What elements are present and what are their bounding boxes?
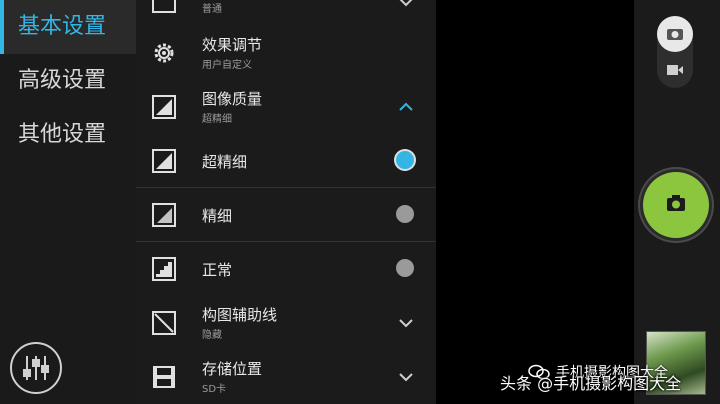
nav-item-advanced-settings[interactable]: 高级设置	[0, 54, 136, 108]
grid-lines-title: 构图辅助线	[202, 306, 278, 324]
quality-option-superfine[interactable]: 超精细	[136, 134, 436, 188]
gear-icon	[154, 43, 174, 63]
quality-option-fine[interactable]: 精细	[136, 188, 436, 242]
effects-value: 用户自定义	[202, 60, 252, 71]
photo-video-mode-switch[interactable]	[657, 16, 693, 88]
save-icon	[153, 366, 175, 388]
scene-mode-row[interactable]: 普通	[136, 0, 436, 26]
shutter-button[interactable]	[643, 172, 709, 238]
quality-radio-selected[interactable]	[396, 151, 414, 169]
fine-quality-icon	[152, 203, 176, 227]
storage-location-value: SD卡	[202, 384, 227, 395]
camera-icon	[667, 29, 683, 40]
quality-option-label: 超精细	[202, 153, 248, 171]
storage-location-title: 存储位置	[202, 360, 263, 378]
quality-icon	[152, 95, 176, 119]
chevron-down-icon	[399, 373, 413, 382]
quality-radio[interactable]	[396, 205, 414, 223]
nav-item-other-settings[interactable]: 其他设置	[0, 108, 136, 162]
quality-option-normal[interactable]: 正常	[136, 242, 436, 296]
grid-lines-icon	[152, 311, 176, 335]
video-camera-icon[interactable]	[665, 60, 685, 80]
effects-title: 效果调节	[202, 36, 263, 54]
image-quality-value: 超精细	[202, 114, 232, 125]
sliders-button[interactable]	[10, 342, 62, 394]
photo-mode-button[interactable]	[657, 16, 693, 52]
grid-lines-row[interactable]: 构图辅助线 隐藏	[136, 296, 436, 350]
settings-list: 普通 效果调节 用户自定义 图像质量 超精细 超精细 精细 正常 构图辅助线 隐…	[136, 0, 436, 404]
grid-lines-value: 隐藏	[202, 330, 222, 341]
settings-category-nav: 基本设置 高级设置 其他设置	[0, 0, 136, 404]
chevron-up-icon	[399, 102, 413, 111]
quality-option-label: 精细	[202, 207, 233, 225]
camera-icon	[667, 195, 685, 211]
effects-row[interactable]: 效果调节 用户自定义	[136, 26, 436, 80]
scene-mode-value: 普通	[202, 4, 222, 15]
watermark-text: 头条 @手机摄影构图大全	[500, 374, 682, 393]
nav-item-basic-settings[interactable]: 基本设置	[0, 0, 136, 54]
quality-radio[interactable]	[396, 259, 414, 277]
chevron-down-icon	[399, 0, 413, 7]
scene-icon	[152, 0, 176, 13]
image-quality-row[interactable]: 图像质量 超精细	[136, 80, 436, 134]
image-quality-title: 图像质量	[202, 90, 263, 108]
camera-control-strip	[634, 0, 720, 404]
superfine-quality-icon	[152, 149, 176, 173]
chevron-down-icon	[399, 319, 413, 328]
quality-option-label: 正常	[202, 261, 233, 279]
normal-quality-icon	[152, 257, 176, 281]
storage-location-row[interactable]: 存储位置 SD卡	[136, 350, 436, 404]
sliders-icon	[23, 356, 49, 380]
